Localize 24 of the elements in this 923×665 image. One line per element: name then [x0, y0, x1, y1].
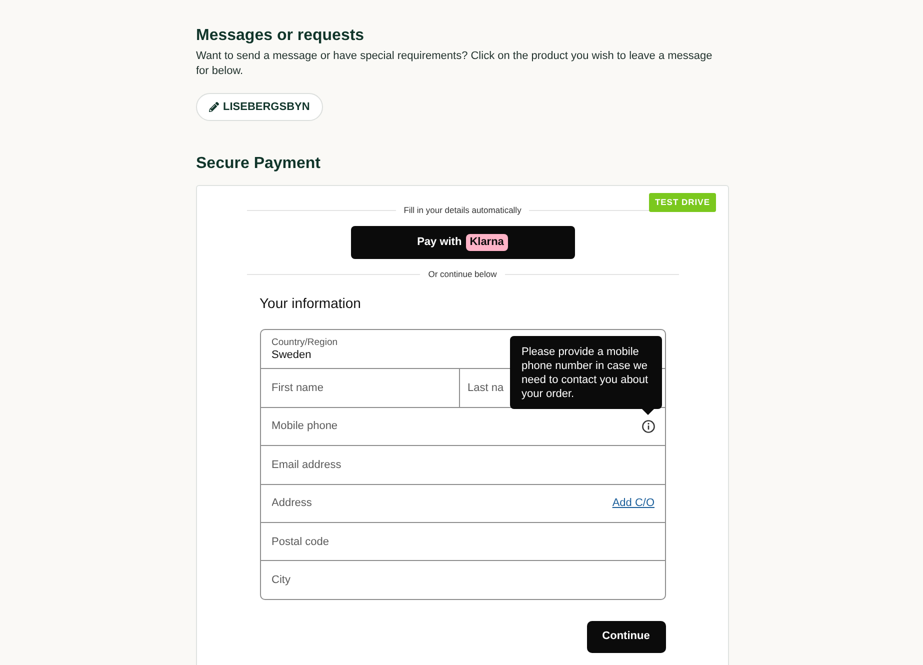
test-drive-badge: TEST DRIVE: [648, 193, 716, 212]
tooltip: Please provide a mobile phone number in case we need to contact you about your order.: [510, 336, 662, 410]
tooltip-pointer-icon: [642, 409, 654, 416]
input-field[interactable]: Postal code: [260, 522, 664, 560]
brand-logo: Klarna: [466, 234, 508, 251]
input-field[interactable]: City: [260, 561, 664, 599]
input-field[interactable]: Mobile phone: [260, 408, 642, 446]
pencil-icon: [209, 102, 219, 112]
form-heading: Your information: [260, 294, 362, 312]
section-heading: Secure Payment: [196, 154, 322, 174]
add-c-o-link[interactable]: Add C/O: [612, 495, 654, 512]
divider-label: Fill in your details automatically: [402, 205, 522, 216]
info-icon[interactable]: [642, 420, 654, 433]
section-description: Want to send a message or have special requirements? Click on the product you wish to leave a message for below.: [196, 49, 714, 79]
product-button[interactable]: LISEBERGSBYN: [196, 93, 323, 121]
input-field[interactable]: Last na: [460, 369, 508, 407]
section-heading: Messages or requests: [196, 26, 366, 46]
input-field[interactable]: Address: [260, 484, 612, 522]
input-field[interactable]: Email address: [260, 446, 664, 484]
divider-label: Or continue below: [427, 269, 498, 280]
continue-button[interactable]: Continue: [586, 620, 666, 653]
input-field[interactable]: First name: [260, 369, 458, 407]
country-select[interactable]: Country/Region Sweden: [260, 330, 508, 368]
pay-button[interactable]: Pay with Klarna: [350, 226, 574, 259]
